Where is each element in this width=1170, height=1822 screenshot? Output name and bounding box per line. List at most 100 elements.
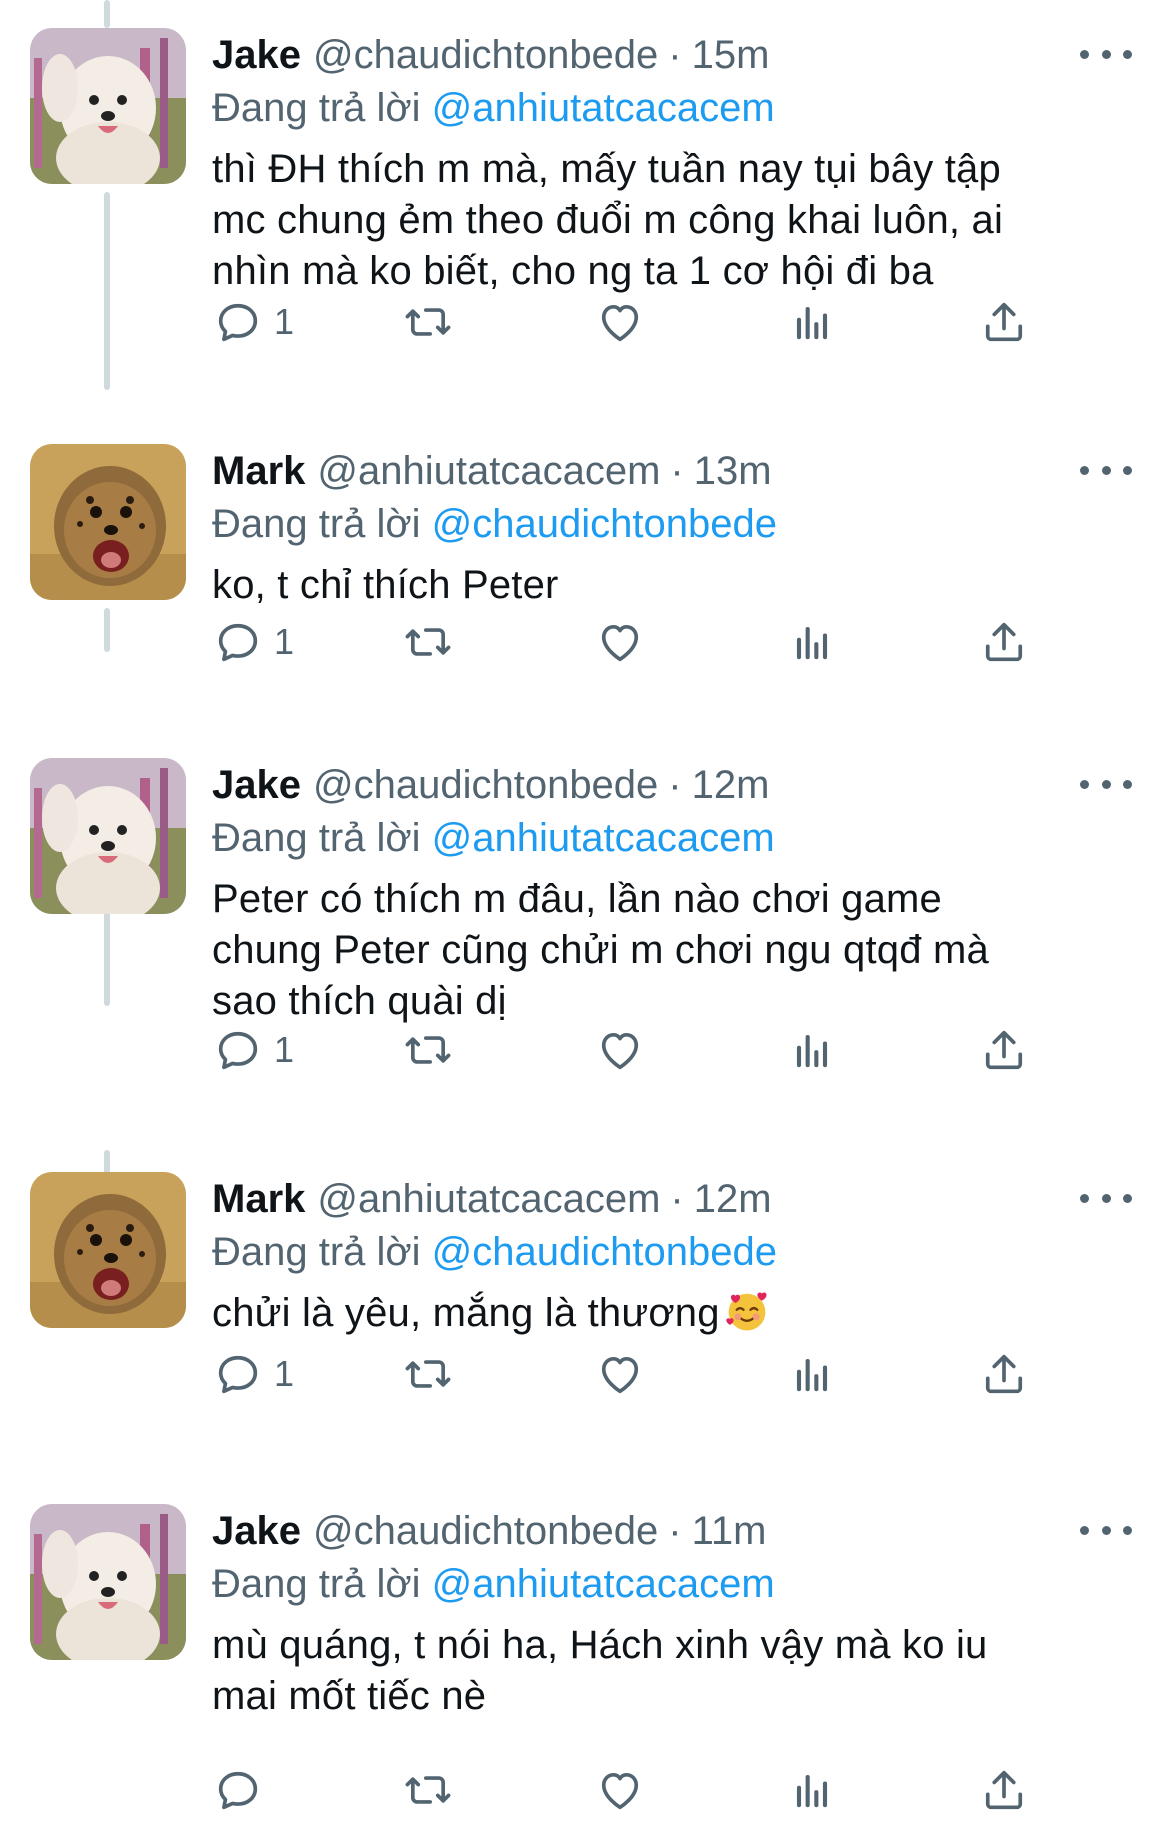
user-handle[interactable]: @chaudichtonbede xyxy=(313,1509,658,1554)
timestamp[interactable]: 11m xyxy=(692,1509,767,1554)
views-button[interactable] xyxy=(786,612,838,672)
tweet-actions: 1 xyxy=(212,1344,1072,1404)
views-button[interactable] xyxy=(786,1020,838,1080)
like-button[interactable] xyxy=(594,1760,646,1820)
display-name[interactable]: Mark xyxy=(212,449,305,494)
avatar[interactable] xyxy=(30,1504,186,1660)
tweet-text-line: thì ĐH thích m mà, mấy tuần nay tụi bây … xyxy=(212,147,1001,191)
retweet-button[interactable] xyxy=(402,1344,454,1404)
separator-dot: · xyxy=(668,1508,682,1553)
replying-to: Đang trả lời @anhiutatcacacem xyxy=(212,82,1140,134)
heart-icon xyxy=(601,1772,639,1810)
tweet-text-line: mai mốt tiếc nè xyxy=(212,1674,487,1718)
retweet-button[interactable] xyxy=(402,1760,454,1820)
reply-icon xyxy=(218,1031,258,1070)
display-name[interactable]: Jake xyxy=(212,1509,301,1554)
retweet-button[interactable] xyxy=(402,1020,454,1080)
tweet-header: Mark @anhiutatcacacem · 13m xyxy=(212,444,1140,498)
like-button[interactable] xyxy=(594,612,646,672)
share-button[interactable] xyxy=(978,1020,1030,1080)
user-handle[interactable]: @anhiutatcacacem xyxy=(317,449,660,494)
reply-icon xyxy=(218,623,258,662)
cheetah-cub-avatar xyxy=(30,1172,186,1328)
views-icon xyxy=(796,1774,828,1808)
share-button[interactable] xyxy=(978,612,1030,672)
reply-button[interactable]: 1 xyxy=(212,612,294,672)
reply-icon xyxy=(218,1355,258,1394)
views-button[interactable] xyxy=(786,292,838,352)
timestamp[interactable]: 12m xyxy=(692,763,770,808)
like-button[interactable] xyxy=(594,1020,646,1080)
tweet-actions xyxy=(212,1760,1072,1820)
views-button[interactable] xyxy=(786,1344,838,1404)
replying-label: Đang trả lời xyxy=(212,502,421,546)
timestamp[interactable]: 12m xyxy=(694,1177,772,1222)
tweet-content: Jake @chaudichtonbede · 11m Đang trả lời… xyxy=(212,1504,1140,1722)
thread: Jake @chaudichtonbede · 15m Đang trả lời… xyxy=(0,0,1170,1822)
reply-button[interactable]: 1 xyxy=(212,1344,294,1404)
smiling-face-with-hearts-icon xyxy=(725,1292,767,1331)
timestamp[interactable]: 15m xyxy=(692,33,770,78)
share-button[interactable] xyxy=(978,1344,1030,1404)
display-name[interactable]: Mark xyxy=(212,1177,305,1222)
more-icon[interactable] xyxy=(1080,452,1132,488)
separator-dot: · xyxy=(670,448,684,493)
user-handle[interactable]: @chaudichtonbede xyxy=(313,33,658,78)
like-button[interactable] xyxy=(594,292,646,352)
avatar[interactable] xyxy=(30,758,186,914)
tweet[interactable]: Mark @anhiutatcacacem · 13m Đang trả lời… xyxy=(0,444,1170,724)
mention-link[interactable]: @anhiutatcacacem xyxy=(432,1562,775,1606)
more-icon[interactable] xyxy=(1080,1180,1132,1216)
reply-count: 1 xyxy=(274,1353,295,1394)
reply-button[interactable]: 1 xyxy=(212,1020,294,1080)
tweet[interactable]: Jake @chaudichtonbede · 15m Đang trả lời… xyxy=(0,28,1170,398)
more-icon[interactable] xyxy=(1080,36,1132,72)
share-button[interactable] xyxy=(978,1760,1030,1820)
views-button[interactable] xyxy=(786,1760,838,1820)
views-icon xyxy=(796,1358,828,1392)
tweet-text-span: chửi là yêu, mắng là thương xyxy=(212,1291,720,1335)
mention-link[interactable]: @chaudichtonbede xyxy=(432,502,777,546)
like-button[interactable] xyxy=(594,1344,646,1404)
timestamp[interactable]: 13m xyxy=(694,449,772,494)
tweet[interactable]: Jake @chaudichtonbede · 11m Đang trả lời… xyxy=(0,1504,1170,1822)
tweet-header: Jake @chaudichtonbede · 11m xyxy=(212,1504,1140,1558)
tweet-header: Jake @chaudichtonbede · 15m xyxy=(212,28,1140,82)
retweet-button[interactable] xyxy=(402,292,454,352)
retweet-icon xyxy=(405,308,451,336)
mention-link[interactable]: @anhiutatcacacem xyxy=(432,86,775,130)
reply-icon xyxy=(218,1771,258,1810)
retweet-button[interactable] xyxy=(402,612,454,672)
user-handle[interactable]: @chaudichtonbede xyxy=(313,763,658,808)
tweet-text: Peter có thích m đâu, lần nào chơi game … xyxy=(212,874,1140,1027)
avatar[interactable] xyxy=(30,28,186,184)
more-icon[interactable] xyxy=(1080,1512,1132,1548)
tweet-content: Jake @chaudichtonbede · 12m Đang trả lời… xyxy=(212,758,1140,1027)
replying-to: Đang trả lời @chaudichtonbede xyxy=(212,1226,1140,1278)
share-button[interactable] xyxy=(978,292,1030,352)
views-icon xyxy=(796,626,828,660)
display-name[interactable]: Jake xyxy=(212,763,301,808)
tweet-actions: 1 xyxy=(212,1020,1072,1080)
reply-button[interactable]: 1 xyxy=(212,292,294,352)
avatar[interactable] xyxy=(30,1172,186,1328)
display-name[interactable]: Jake xyxy=(212,33,301,78)
heart-icon xyxy=(601,1032,639,1070)
replying-to: Đang trả lời @chaudichtonbede xyxy=(212,498,1140,550)
replying-to: Đang trả lời @anhiutatcacacem xyxy=(212,812,1140,864)
heart-icon xyxy=(601,1356,639,1394)
retweet-icon xyxy=(405,1360,451,1388)
mention-link[interactable]: @chaudichtonbede xyxy=(432,1230,777,1274)
user-handle[interactable]: @anhiutatcacacem xyxy=(317,1177,660,1222)
views-icon xyxy=(796,306,828,340)
replying-label: Đang trả lời xyxy=(212,1230,421,1274)
reply-icon xyxy=(218,303,258,342)
more-icon[interactable] xyxy=(1080,766,1132,802)
mention-link[interactable]: @anhiutatcacacem xyxy=(432,816,775,860)
reply-button[interactable] xyxy=(212,1760,274,1820)
avatar[interactable] xyxy=(30,444,186,600)
tweet[interactable]: Jake @chaudichtonbede · 12m Đang trả lời… xyxy=(0,758,1170,1138)
share-icon xyxy=(985,1770,1023,1810)
separator-dot: · xyxy=(668,32,682,77)
tweet[interactable]: Mark @anhiutatcacacem · 12m Đang trả lời… xyxy=(0,1172,1170,1462)
